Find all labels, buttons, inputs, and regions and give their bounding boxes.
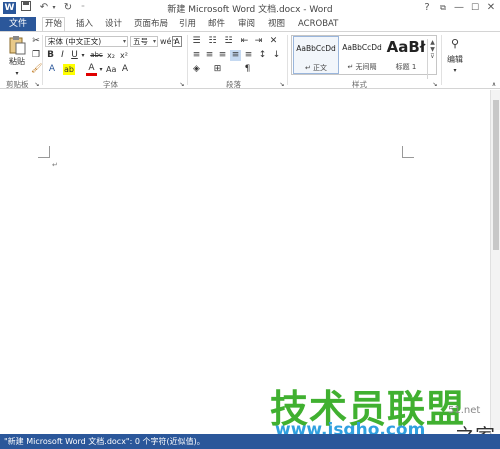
tab-insert[interactable]: 插入: [74, 17, 95, 31]
text-effects-icon[interactable]: A: [46, 64, 58, 75]
font-size-combo[interactable]: 五号 ▾: [130, 36, 158, 47]
tab-file[interactable]: 文件: [0, 17, 36, 31]
tab-layout[interactable]: 页面布局: [132, 17, 170, 31]
format-painter-icon[interactable]: 🖌: [31, 64, 42, 75]
style-no-spacing[interactable]: AaBbCcDd ↵ 无间隔: [339, 36, 385, 74]
divider: [287, 35, 288, 85]
binoculars-icon[interactable]: ⚲: [448, 38, 462, 49]
font-color-icon[interactable]: A: [86, 64, 97, 76]
tab-view[interactable]: 视图: [266, 17, 287, 31]
subscript-icon[interactable]: x₂: [106, 50, 116, 61]
paste-icon[interactable]: [6, 35, 28, 55]
tab-acrobat[interactable]: ACROBAT: [296, 17, 340, 31]
styles-group-label: 样式: [352, 80, 367, 89]
style-heading-1[interactable]: AaBł 标题 1: [385, 36, 427, 74]
style-name: ↵ 正文: [304, 64, 328, 72]
ribbon-display-options-icon[interactable]: ⧉: [436, 1, 450, 15]
change-case-icon[interactable]: Aa: [106, 64, 116, 75]
cut-icon[interactable]: ✂: [31, 36, 41, 47]
title-bar: W ↶ ▾ ↻ ⁼ 新建 Microsoft Word 文档.docx - Wo…: [0, 0, 500, 16]
font-size-value: 五号: [133, 37, 148, 46]
highlight-icon[interactable]: ab: [63, 64, 75, 75]
increase-indent-icon[interactable]: ⇥: [253, 36, 264, 47]
style-name: ↵ 无间隔: [347, 63, 377, 71]
restore-button[interactable]: ☐: [468, 1, 482, 15]
style-name: 标题 1: [395, 63, 417, 71]
line-spacing-icon[interactable]: ↕: [257, 50, 268, 61]
bold-icon[interactable]: B: [46, 50, 55, 61]
ribbon-tabs: 文件 开始 插入 设计 页面布局 引用 邮件 审阅 视图 ACROBAT: [0, 17, 500, 32]
clipboard-launcher-icon[interactable]: ↘: [33, 79, 41, 90]
close-button[interactable]: ✕: [484, 1, 498, 15]
status-text: "新建 Microsoft Word 文档.docx": 0 个字符(近似值)。: [4, 437, 205, 446]
distributed-icon[interactable]: ≡: [243, 50, 254, 61]
collapse-ribbon-icon[interactable]: ∧: [490, 79, 498, 90]
chevron-up-icon[interactable]: ▲: [428, 39, 437, 46]
help-icon[interactable]: ?: [420, 1, 434, 15]
divider: [441, 35, 442, 85]
multilevel-list-icon[interactable]: ☳: [223, 36, 234, 47]
bullets-icon[interactable]: ☰: [191, 36, 202, 47]
style-sample: AaBł: [386, 38, 426, 56]
font-name-value: 宋体 (中文正文): [48, 37, 102, 46]
paragraph-group-label: 段落: [226, 80, 241, 89]
scrollbar-thumb[interactable]: [493, 100, 499, 250]
font-size-change-icon[interactable]: wén: [160, 36, 177, 47]
sort-icon[interactable]: ↓: [271, 50, 282, 61]
vertical-scrollbar[interactable]: [490, 90, 500, 430]
strikethrough-icon[interactable]: abc: [89, 50, 104, 61]
justify-icon[interactable]: ≡: [230, 50, 241, 61]
divider: [42, 35, 43, 85]
show-marks-icon[interactable]: ¶: [242, 64, 253, 75]
tab-home[interactable]: 开始: [42, 17, 66, 32]
styles-launcher-icon[interactable]: ↘: [431, 79, 439, 90]
font-group-label: 字体: [103, 80, 118, 89]
chinese-layout-icon[interactable]: ✕: [268, 36, 279, 47]
decrease-indent-icon[interactable]: ⇤: [239, 36, 250, 47]
paragraph-launcher-icon[interactable]: ↘: [278, 79, 286, 90]
align-right-icon[interactable]: ≡: [217, 50, 228, 61]
align-left-icon[interactable]: ≡: [191, 50, 202, 61]
underline-icon[interactable]: U: [70, 50, 79, 61]
font-color-dropdown-icon[interactable]: ▾: [98, 64, 104, 75]
underline-dropdown-icon[interactable]: ▾: [80, 50, 86, 61]
clipboard-group-label: 剪贴板: [6, 80, 29, 89]
chevron-down-icon[interactable]: ▼: [428, 46, 437, 53]
editing-button[interactable]: 编辑: [444, 54, 466, 65]
style-sample: AaBbCcDd: [342, 43, 382, 52]
status-bar: "新建 Microsoft Word 文档.docx": 0 个字符(近似值)。: [0, 434, 500, 449]
more-icon[interactable]: ⊽: [428, 53, 437, 60]
styles-gallery: AaBbCcDd ↵ 正文 AaBbCcDd ↵ 无间隔 AaBł 标题 1 ▲…: [291, 35, 437, 79]
borders-icon[interactable]: ⊞: [212, 64, 223, 75]
tab-review[interactable]: 审阅: [236, 17, 257, 31]
margin-corner-top-right: [402, 146, 414, 158]
ribbon: 粘贴 ▾ ✂ ❐ 🖌 剪贴板 ↘ 宋体 (中文正文) ▾ 五号 ▾ wén A B …: [0, 31, 500, 89]
shading-icon[interactable]: ◈: [191, 64, 202, 75]
numbering-icon[interactable]: ☷: [207, 36, 218, 47]
superscript-icon[interactable]: x²: [119, 50, 129, 61]
paste-dropdown-icon[interactable]: ▾: [4, 68, 30, 79]
font-launcher-icon[interactable]: ↘: [178, 79, 186, 90]
tab-design[interactable]: 设计: [103, 17, 124, 31]
paragraph-mark: ↵: [52, 161, 58, 169]
tab-references[interactable]: 引用: [177, 17, 198, 31]
align-center-icon[interactable]: ≡: [204, 50, 215, 61]
chevron-down-icon: ▾: [152, 38, 156, 45]
paste-button[interactable]: 粘贴: [4, 56, 30, 67]
chevron-down-icon: ▾: [122, 38, 126, 45]
editing-dropdown-icon[interactable]: ▾: [444, 65, 466, 76]
watermark-num: 51.net: [448, 405, 481, 416]
style-normal[interactable]: AaBbCcDd ↵ 正文: [293, 36, 339, 74]
style-sample: AaBbCcDd: [296, 44, 336, 53]
clear-formatting-icon[interactable]: A: [120, 64, 130, 75]
divider: [187, 35, 188, 85]
font-name-combo[interactable]: 宋体 (中文正文) ▾: [45, 36, 128, 47]
styles-scroll[interactable]: ▲ ▼ ⊽: [427, 39, 437, 79]
margin-corner-top-left: [38, 146, 50, 158]
italic-icon[interactable]: I: [58, 50, 67, 61]
tab-mailings[interactable]: 邮件: [206, 17, 227, 31]
minimize-button[interactable]: —: [452, 1, 466, 15]
copy-icon[interactable]: ❐: [31, 50, 41, 61]
character-border-icon[interactable]: A: [172, 36, 182, 47]
